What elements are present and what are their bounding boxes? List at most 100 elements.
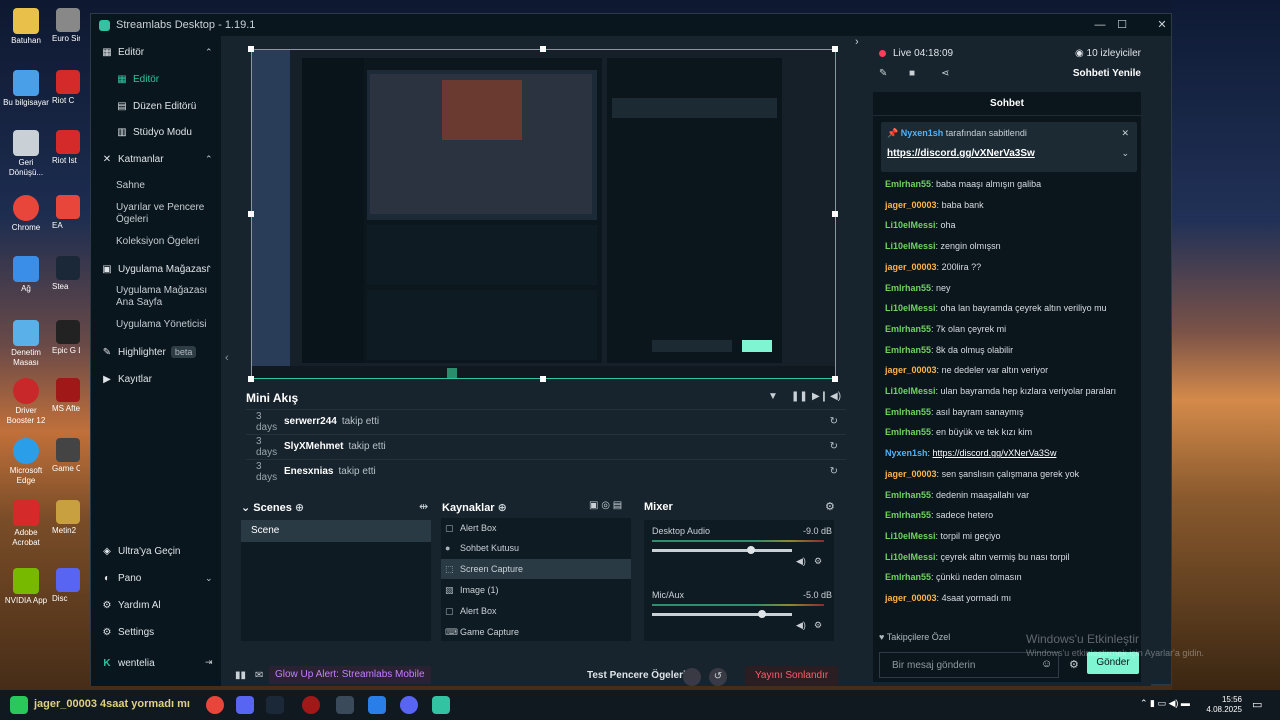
sidebar-app-store[interactable]: ▣ Uygulama Mağazası (101, 263, 209, 275)
notification-icon[interactable]: ▭ (1252, 698, 1262, 711)
sidebar-editor-active[interactable]: ▦ Editör (116, 73, 159, 85)
pause-icon[interactable]: ❚❚ (791, 391, 808, 402)
desktop-icon-recycle[interactable]: Geri Dönüşü... (2, 130, 50, 178)
chat-username[interactable]: Emlrhan55 (885, 427, 931, 437)
desktop-icon-this-pc[interactable]: Bu bilgisayar (2, 70, 50, 108)
volume-icon[interactable]: ◀) (830, 391, 841, 402)
sidebar-dashboard[interactable]: ◐ Pano (101, 572, 141, 584)
steam-taskbar-icon[interactable] (266, 696, 284, 714)
skip-icon[interactable]: ▶❙ (812, 391, 828, 402)
tray-icons[interactable]: ⌃ ▮ ▭ ◀) ▬ (1140, 698, 1190, 709)
desktop-icon-driver-booster[interactable]: Driver Booster 12 (2, 378, 50, 426)
chat-username[interactable]: jager_00003 (885, 469, 937, 479)
pinned-message[interactable]: 📌 Nyxen1sh tarafından sabitlendi https:/… (881, 122, 1137, 172)
collapse-left-icon[interactable]: ‹ (225, 352, 229, 364)
sidebar-app-store-home[interactable]: Uygulama Mağazası Ana Sayfa (116, 285, 211, 309)
source-item[interactable]: ▧ Image (1) (445, 580, 629, 600)
desktop-icon-metin2[interactable]: Metin2 (52, 500, 80, 536)
desktop-icon-control-panel[interactable]: Denetim Masası (2, 320, 50, 368)
logout-icon[interactable]: ⇥ (205, 657, 213, 668)
add-icon[interactable]: ⊕ (498, 502, 507, 514)
filter-icon[interactable]: ▼ (768, 391, 778, 402)
desktop-icon-afterburner[interactable]: MS Afterb (52, 378, 80, 414)
edit-icon[interactable]: ✎ (879, 68, 887, 79)
discord-taskbar-icon[interactable] (400, 696, 418, 714)
scene-item[interactable]: Scene (241, 520, 431, 542)
sidebar-app-manager[interactable]: Uygulama Yöneticisi (116, 319, 206, 331)
resize-handle[interactable] (832, 211, 838, 217)
test-widgets-button[interactable]: Test Pencere Ögeleri (587, 670, 686, 681)
title-bar[interactable]: Streamlabs Desktop - 1.19.1 — ☐ ✕ (91, 14, 1171, 36)
bell-icon[interactable]: ✉ (255, 670, 263, 681)
collapse-right-icon[interactable]: › (855, 36, 859, 48)
desktop-icon-network[interactable]: Ağ (2, 256, 50, 294)
refresh-chat-button[interactable]: Sohbeti Yenile (1073, 68, 1141, 79)
chat-username[interactable]: Emlrhan55 (885, 179, 931, 189)
chat-username[interactable]: jager_00003 (885, 200, 937, 210)
chat-username[interactable]: Emlrhan55 (885, 572, 931, 582)
volume-slider[interactable] (652, 610, 792, 618)
resize-handle[interactable] (248, 46, 254, 52)
replay-icon[interactable]: ↺ (709, 668, 727, 686)
resize-handle[interactable] (540, 46, 546, 52)
camera-icon[interactable]: ■ (909, 68, 915, 79)
maximize-icon[interactable]: ☐ (1111, 14, 1133, 36)
desktop-icon-epic[interactable]: Epic G Laun (52, 320, 80, 356)
unpin-icon[interactable]: ✕ (1121, 128, 1129, 139)
resize-handle[interactable] (540, 376, 546, 382)
desktop-icon-acrobat[interactable]: Adobe Acrobat (2, 500, 50, 548)
desktop-icon-user[interactable]: Batuhan (2, 8, 50, 46)
repeat-icon[interactable]: ↻ (830, 416, 838, 427)
chat-username[interactable]: Li10elMessi (885, 386, 936, 396)
app-taskbar-icon[interactable] (368, 696, 386, 714)
chat-username[interactable]: Li10elMessi (885, 241, 936, 251)
desktop-icon-riot[interactable]: Riot C (52, 70, 80, 106)
chat-username[interactable]: Li10elMessi (885, 531, 936, 541)
stream-preview[interactable] (251, 49, 836, 379)
chat-username[interactable]: Li10elMessi (885, 220, 936, 230)
record-icon[interactable] (683, 668, 701, 686)
chat-username[interactable]: Emlrhan55 (885, 324, 931, 334)
gear-icon[interactable]: ⚙ (814, 620, 822, 631)
sidebar-layout-editor[interactable]: ▤ Düzen Editörü (116, 100, 196, 112)
desktop-icon-euro[interactable]: Euro Simul (52, 8, 80, 44)
chevron-down-icon[interactable]: ⌄ (205, 573, 213, 584)
chat-username[interactable]: Emlrhan55 (885, 490, 931, 500)
pinned-link[interactable]: https://discord.gg/vXNerVa3Sw (887, 148, 1035, 159)
desktop-icon-edge[interactable]: Microsoft Edge (2, 438, 50, 486)
sidebar-help[interactable]: ⚙ Yardım Al (101, 599, 161, 611)
source-tools-icon[interactable]: ▣ ◎ ▤ (589, 500, 622, 511)
sidebar-scene[interactable]: Sahne (116, 180, 145, 192)
desktop-icon-discord[interactable]: Disc (52, 568, 80, 604)
end-stream-button[interactable]: Yayını Sonlandır (745, 666, 839, 686)
emote-icon[interactable]: ☺ (1041, 658, 1052, 670)
chat-username[interactable]: jager_00003 (885, 262, 937, 272)
resize-handle[interactable] (248, 376, 254, 382)
source-item[interactable]: ⌨ Game Capture (445, 622, 629, 642)
sidebar-collection[interactable]: Koleksiyon Ögeleri (116, 236, 199, 248)
glow-up-alert-button[interactable]: Glow Up Alert: Streamlabs Mobile (269, 666, 431, 684)
chat-username[interactable]: Emlrhan55 (885, 345, 931, 355)
source-item[interactable]: ▢ Alert Box (445, 601, 629, 621)
clock[interactable]: 15:56 4.08.2025 (1206, 695, 1242, 715)
desktop-icon-chrome[interactable]: Chrome (2, 195, 50, 233)
stats-icon[interactable]: ▮▮ (235, 670, 246, 681)
resize-handle[interactable] (832, 376, 838, 382)
speaker-icon[interactable]: ◀) (796, 620, 806, 631)
sidebar-editor[interactable]: ▦ Editör (101, 46, 144, 58)
share-icon[interactable]: ⋖ (941, 68, 949, 79)
resize-handle[interactable] (832, 46, 838, 52)
speaker-icon[interactable]: ◀) (796, 556, 806, 567)
scene-transitions-icon[interactable]: ⇹ (419, 500, 428, 513)
chat-username[interactable]: jager_00003 (885, 365, 937, 375)
chat-username[interactable]: Emlrhan55 (885, 283, 931, 293)
chevron-down-icon[interactable]: ⌄ (1121, 148, 1129, 159)
gear-taskbar-icon[interactable] (336, 696, 354, 714)
source-item-selected[interactable]: ⬚ Screen Capture (441, 559, 631, 579)
resize-handle[interactable] (248, 211, 254, 217)
desktop-icon-ea[interactable]: EA (52, 195, 80, 231)
chat-username[interactable]: Li10elMessi (885, 552, 936, 562)
taskbar-app-icon[interactable] (10, 696, 28, 714)
volume-slider[interactable] (652, 546, 792, 554)
gear-icon[interactable]: ⚙ (814, 556, 822, 567)
